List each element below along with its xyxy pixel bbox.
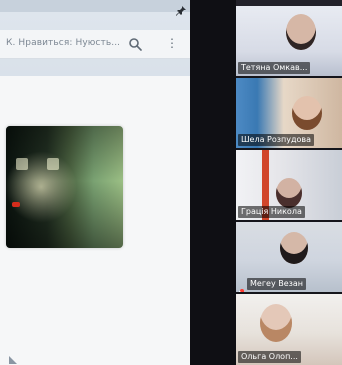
shared-screen: К. Нравиться: Нуюсть... ⋮ [0,0,190,365]
participant-tile[interactable]: Ольга Олоп... [236,294,342,365]
participant-tile[interactable]: Мегеу Везан [236,222,342,294]
screen-divider [190,0,236,365]
participant-name: Ольга Олоп... [238,351,301,363]
participant-avatar [292,96,322,130]
participant-name: Тетяна Омкав... [238,62,311,74]
participant-avatar [280,232,308,264]
participant-tile[interactable]: Шела Розпудова [236,78,342,150]
participant-tile[interactable]: Грація Никола [236,150,342,222]
participant-name: Грація Никола [238,206,305,218]
thumbnail-light-right [47,158,59,170]
corner-icon [7,351,19,364]
shared-window-title: К. Нравиться: Нуюсть... [6,38,121,48]
thumbnail-shade [6,126,123,248]
search-icon[interactable] [128,36,142,51]
participant-name: Шела Розпудова [238,134,315,146]
participant-tile[interactable]: Тетяна Омкав... [236,6,342,78]
thumbnail-light-left [16,158,28,170]
participants-strip: Тетяна Омкав... Шела Розпудова Грація Ни… [236,0,342,365]
more-vertical-icon[interactable]: ⋮ [166,35,178,51]
shared-image-thumbnail [6,126,123,248]
pin-icon[interactable] [176,1,186,16]
shared-window-header: К. Нравиться: Нуюсть... ⋮ [0,30,190,59]
participant-avatar [276,178,302,208]
participant-avatar [286,14,316,50]
participant-avatar [260,304,292,342]
thumbnail-red-mark [12,202,20,207]
participant-name: Мегеу Везан [247,278,307,290]
mic-muted-icon [238,281,245,292]
share-top-bar [0,0,190,16]
